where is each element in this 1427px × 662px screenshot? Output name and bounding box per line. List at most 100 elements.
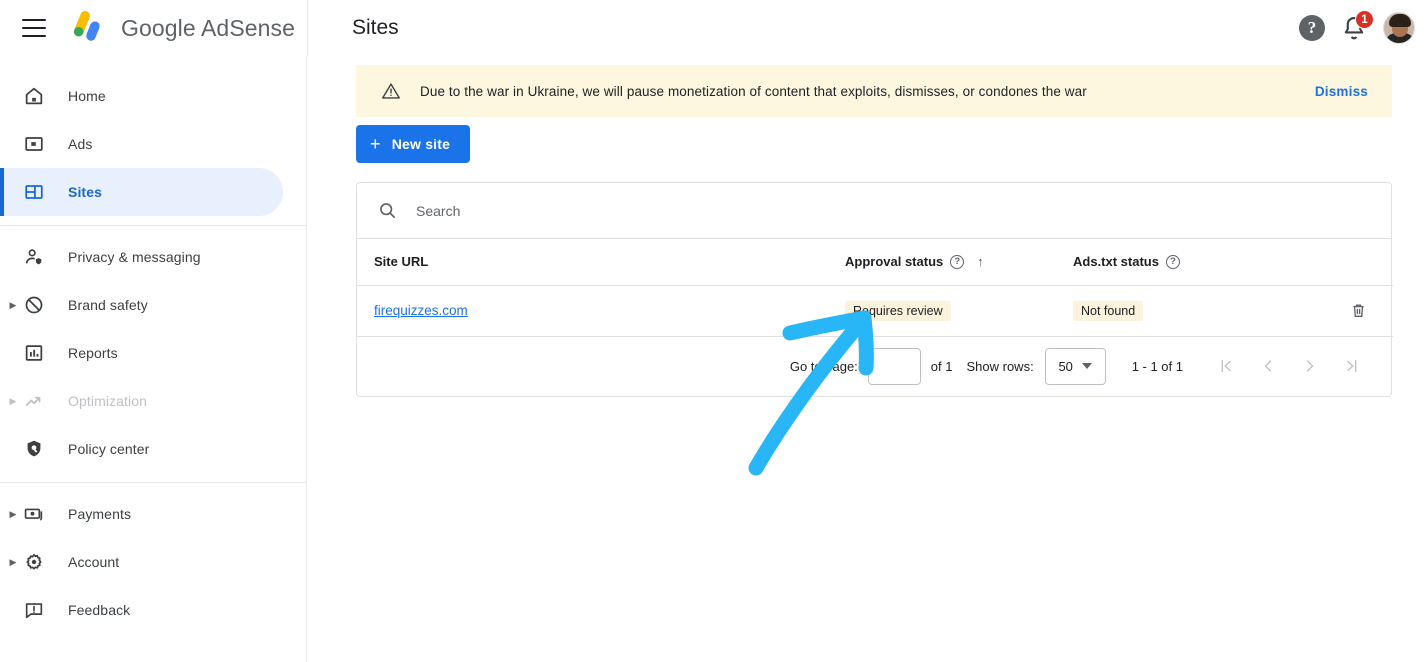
column-label: Approval status: [845, 254, 944, 270]
reports-icon: [22, 341, 46, 365]
sidebar-item-label: Policy center: [68, 441, 150, 457]
sidebar-item-sites[interactable]: Sites: [0, 168, 283, 216]
optimization-icon: [22, 389, 46, 413]
help-icon[interactable]: ?: [1299, 15, 1325, 41]
previous-page-icon[interactable]: [1247, 346, 1289, 386]
help-icon[interactable]: ?: [1165, 254, 1180, 269]
sidebar-item-label: Feedback: [68, 602, 131, 618]
sidebar-divider: [0, 225, 306, 226]
sidebar-item-ads[interactable]: Ads: [0, 120, 306, 168]
sidebar-item-home[interactable]: Home: [0, 72, 306, 120]
brand-name: Google AdSense: [121, 14, 296, 41]
sidebar-item-label: Reports: [68, 345, 118, 361]
home-icon: [22, 84, 46, 108]
next-page-icon[interactable]: [1289, 346, 1331, 386]
feedback-icon: [22, 598, 46, 622]
rows-per-page-value: 50: [1058, 358, 1073, 374]
table-body: firequizzes.com Requires review Not foun…: [357, 285, 1393, 337]
column-header-site-url[interactable]: Site URL: [357, 239, 845, 286]
sidebar-item-label: Brand safety: [68, 297, 148, 313]
adsense-logo-icon: [73, 11, 100, 41]
page-title: Sites: [352, 16, 399, 39]
top-app-bar: Google AdSense Sites ? 1: [0, 0, 1427, 56]
trash-icon[interactable]: [1346, 298, 1370, 322]
sidebar-item-label: Ads: [68, 136, 93, 152]
sidebar-item-label: Optimization: [68, 393, 148, 409]
adsense-logo[interactable]: Google AdSense: [68, 11, 295, 45]
sidebar-item-label: Sites: [68, 184, 102, 200]
help-icon[interactable]: ?: [950, 254, 965, 269]
payments-icon: [22, 502, 46, 526]
chevron-right-icon[interactable]: ▶: [8, 300, 18, 310]
chevron-right-icon: ▶: [9, 395, 17, 406]
sites-icon: [22, 180, 46, 204]
sidebar-nav: Home Ads Sites Privacy & messaging ▶ Bra…: [0, 56, 307, 662]
topbar-actions: ? 1: [1299, 0, 1415, 56]
sidebar-item-label: Home: [68, 88, 106, 104]
column-header-actions: [1323, 239, 1393, 286]
chevron-down-icon: [1081, 363, 1092, 369]
table-row: firequizzes.com Requires review Not foun…: [357, 285, 1393, 337]
new-site-label: New site: [391, 136, 451, 152]
column-label: Site URL: [374, 254, 429, 270]
privacy-icon: [22, 245, 46, 269]
search-bar: [357, 183, 1391, 239]
sidebar-item-feedback[interactable]: Feedback: [0, 586, 306, 634]
topbar-divider: [307, 0, 308, 56]
go-to-page-label: Go to page:: [789, 358, 858, 374]
adsense-sites-page: Google AdSense Sites ? 1 Home Ads Sites …: [0, 0, 1427, 662]
war-notice-banner: Due to the war in Ukraine, we will pause…: [356, 65, 1392, 117]
sites-table-card: Site URL Approval status ? ↑: [356, 182, 1393, 397]
search-input[interactable]: [416, 202, 1391, 219]
show-rows-label: Show rows:: [966, 358, 1034, 374]
result-range-label: 1 - 1 of 1: [1131, 358, 1183, 374]
column-label: Ads.txt status: [1073, 254, 1159, 270]
column-header-approval-status[interactable]: Approval status ? ↑: [845, 239, 1073, 286]
banner-message: Due to the war in Ukraine, we will pause…: [420, 83, 1087, 99]
chevron-right-icon[interactable]: ▶: [8, 557, 18, 567]
account-gear-icon: [22, 550, 46, 574]
sidebar-item-label: Privacy & messaging: [68, 249, 201, 265]
hamburger-menu-icon[interactable]: [22, 19, 46, 37]
sidebar-item-privacy-messaging[interactable]: Privacy & messaging: [0, 233, 306, 281]
column-header-ads-txt-status[interactable]: Ads.txt status ?: [1073, 239, 1323, 286]
sidebar-item-label: Payments: [68, 506, 132, 522]
sort-ascending-icon[interactable]: ↑: [977, 254, 984, 269]
sidebar-item-payments[interactable]: ▶ Payments: [0, 490, 306, 538]
sidebar-item-label: Account: [68, 554, 120, 570]
sidebar-item-policy-center[interactable]: Policy center: [0, 425, 306, 473]
shield-icon: [27, 440, 41, 457]
plus-icon: +: [370, 134, 381, 154]
warning-triangle-icon: [380, 80, 402, 102]
sidebar-item-optimization: ▶ Optimization: [0, 377, 306, 425]
notification-badge: 1: [1355, 10, 1374, 29]
table-header: Site URL Approval status ? ↑ Ads.txt sta…: [357, 239, 1393, 286]
sites-table: Site URL Approval status ? ↑ Ads.txt sta…: [357, 239, 1393, 337]
brand-safety-icon: [22, 293, 46, 317]
site-url-link[interactable]: firequizzes.com: [374, 303, 468, 318]
policy-center-icon: [22, 437, 46, 461]
total-pages-label: of 1: [930, 358, 953, 374]
page-number-input[interactable]: [867, 347, 921, 385]
cell-delete-action: [1323, 285, 1393, 337]
main-content: Due to the war in Ukraine, we will pause…: [308, 56, 1427, 662]
search-icon: [377, 200, 398, 221]
first-page-icon[interactable]: [1205, 346, 1247, 386]
avatar[interactable]: [1383, 12, 1415, 44]
status-badge: Not found: [1073, 300, 1144, 321]
ads-icon: [22, 132, 46, 156]
sidebar-item-account[interactable]: ▶ Account: [0, 538, 306, 586]
sidebar-item-reports[interactable]: Reports: [0, 329, 306, 377]
sidebar-divider: [0, 482, 306, 483]
rows-per-page-select[interactable]: 50: [1044, 347, 1106, 385]
sidebar-item-brand-safety[interactable]: ▶ Brand safety: [0, 281, 306, 329]
notifications-button[interactable]: 1: [1339, 10, 1374, 43]
pagination-bar: Go to page: of 1 Show rows: 50 1 - 1 of …: [357, 337, 1391, 396]
last-page-icon[interactable]: [1331, 346, 1373, 386]
chevron-right-icon[interactable]: ▶: [8, 509, 18, 519]
cell-site-url: firequizzes.com: [357, 285, 845, 337]
dismiss-button[interactable]: Dismiss: [1315, 84, 1368, 99]
cell-ads-txt-status: Not found: [1073, 285, 1323, 337]
new-site-button[interactable]: + New site: [356, 125, 471, 163]
cell-approval-status: Requires review: [845, 285, 1073, 337]
